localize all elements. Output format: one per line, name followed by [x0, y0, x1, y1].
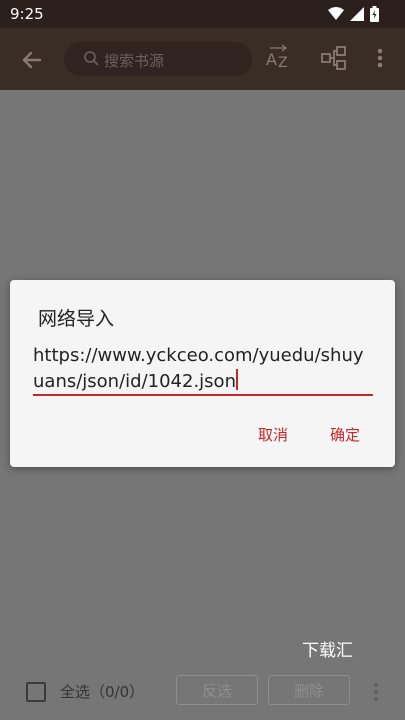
battery-icon [370, 6, 379, 22]
confirm-button[interactable]: 确定 [330, 424, 360, 445]
more-vert-icon[interactable] [368, 44, 392, 72]
more-vert-icon[interactable] [370, 682, 382, 702]
back-arrow-icon[interactable] [18, 46, 46, 74]
status-bar: 9:25 [0, 0, 405, 28]
invert-selection-button[interactable]: 反选 [176, 675, 258, 705]
url-input-underline [33, 394, 373, 396]
select-all-checkbox[interactable] [26, 682, 46, 702]
status-time: 9:25 [10, 5, 44, 23]
cancel-button[interactable]: 取消 [258, 424, 288, 445]
delete-button[interactable]: 删除 [268, 675, 350, 705]
sort-az-icon[interactable]: A Z [264, 44, 292, 72]
status-icons [328, 6, 379, 22]
svg-text:A: A [266, 50, 277, 69]
group-icon[interactable] [320, 44, 348, 72]
url-input-value: https://www.yckceo.com/yuedu/shuyuans/js… [33, 345, 364, 392]
signal-icon [350, 7, 364, 21]
url-input[interactable]: https://www.yckceo.com/yuedu/shuyuans/js… [33, 343, 373, 397]
text-cursor [235, 369, 238, 390]
search-icon [84, 51, 99, 66]
search-input[interactable]: 搜索书源 [64, 42, 252, 76]
dialog-title: 网络导入 [38, 308, 115, 330]
network-import-dialog: 网络导入 https://www.yckceo.com/yuedu/shuyua… [10, 280, 395, 467]
bottom-action-bar: 全选（0/0） 反选 删除 [0, 662, 405, 720]
download-label[interactable]: 下载汇 [302, 636, 353, 661]
svg-text:Z: Z [278, 55, 288, 71]
search-placeholder: 搜索书源 [104, 52, 165, 70]
select-all-label: 全选（0/0） [60, 683, 145, 701]
toolbar: 搜索书源 A Z [0, 28, 405, 90]
wifi-icon [328, 7, 344, 20]
